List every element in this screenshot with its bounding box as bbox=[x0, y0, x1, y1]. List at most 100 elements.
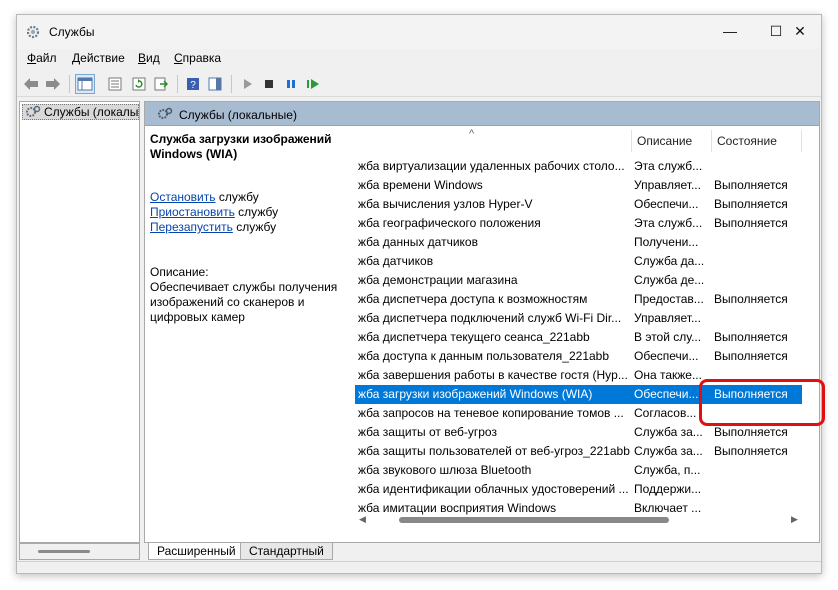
sort-arrow-icon: ^ bbox=[469, 128, 475, 140]
service-name-cell: жба завершения работы в качестве гостя (… bbox=[358, 368, 628, 382]
tree-item-label: Службы (локалы bbox=[44, 105, 139, 119]
window-title: Службы bbox=[49, 25, 95, 39]
tree-item-local-services[interactable]: Службы (локалы bbox=[22, 104, 139, 120]
table-row[interactable]: жба географического положения Эта служб..… bbox=[355, 214, 802, 233]
start-service-button[interactable] bbox=[237, 74, 257, 94]
table-row[interactable]: жба вычисления узлов Hyper-V Обеспечи... В… bbox=[355, 195, 802, 214]
show-console-tree-button[interactable] bbox=[75, 74, 95, 94]
table-row[interactable]: жба диспетчера подключений служб Wi-Fi D… bbox=[355, 309, 802, 328]
service-description-cell: Поддержи... bbox=[634, 482, 702, 496]
table-row-selected[interactable]: жба загрузки изображений Windows (WIA) Об… bbox=[355, 385, 802, 404]
service-name-cell: жба географического положения bbox=[358, 216, 541, 230]
service-description-cell: Служба де... bbox=[634, 273, 705, 287]
service-status-cell: Выполняется bbox=[714, 178, 788, 192]
svg-text:?: ? bbox=[190, 80, 196, 91]
tree-scrollbar[interactable] bbox=[19, 543, 140, 560]
service-name-cell: жба виртуализации удаленных рабочих стол… bbox=[358, 159, 625, 173]
restart-link[interactable]: Перезапустить bbox=[150, 220, 233, 234]
service-description-cell: Она также... bbox=[634, 368, 702, 382]
service-name-cell: жба датчиков bbox=[358, 254, 434, 268]
table-row[interactable]: жба защиты пользователей от веб-угроз_22… bbox=[355, 442, 802, 461]
pause-service-button[interactable] bbox=[281, 74, 301, 94]
restart-service-button[interactable] bbox=[303, 74, 323, 94]
view-tabs: Расширенный Стандартный bbox=[144, 543, 820, 560]
service-status-cell: Выполняется bbox=[714, 349, 788, 363]
table-row[interactable]: жба доступа к данным пользователя_221abb… bbox=[355, 347, 802, 366]
action-stop: Остановить службу bbox=[150, 190, 259, 204]
table-row[interactable]: жба звукового шлюза Bluetooth Служба, п..… bbox=[355, 461, 802, 480]
refresh-button[interactable] bbox=[129, 74, 149, 94]
list-horizontal-scrollbar[interactable]: ◀ ▶ bbox=[355, 514, 802, 526]
help-button[interactable]: ? bbox=[183, 74, 203, 94]
menu-help[interactable]: Справка bbox=[174, 51, 221, 65]
action-pane-button[interactable] bbox=[205, 74, 225, 94]
service-description-cell: Обеспечи... bbox=[634, 349, 699, 363]
service-name-cell: жба данных датчиков bbox=[358, 235, 478, 249]
scrollbar-thumb[interactable] bbox=[38, 550, 90, 553]
export-list-button[interactable] bbox=[151, 74, 171, 94]
service-name-cell: жба звукового шлюза Bluetooth bbox=[358, 463, 532, 477]
service-name-cell: жба времени Windows bbox=[358, 178, 483, 192]
service-description-cell: Управляет... bbox=[634, 178, 701, 192]
table-row[interactable]: жба завершения работы в качестве гостя (… bbox=[355, 366, 802, 385]
service-name-cell: жба диспетчера подключений служб Wi-Fi D… bbox=[358, 311, 622, 325]
scrollbar-thumb[interactable] bbox=[399, 517, 669, 523]
action-pause: Приостановить службу bbox=[150, 205, 279, 219]
service-name-cell: жба идентификации облачных удостоверений… bbox=[358, 482, 629, 496]
table-row[interactable]: жба диспетчера текущего сеанса_221abb В э… bbox=[355, 328, 802, 347]
back-button[interactable] bbox=[21, 74, 41, 94]
table-row[interactable]: жба демонстрации магазина Служба де... bbox=[355, 271, 802, 290]
stop-service-button[interactable] bbox=[259, 74, 279, 94]
properties-icon bbox=[108, 77, 122, 91]
service-description-cell: Обеспечи... bbox=[634, 387, 699, 401]
table-row[interactable]: жба датчиков Служба да... bbox=[355, 252, 802, 271]
service-name-cell: жба вычисления узлов Hyper-V bbox=[358, 197, 533, 211]
pause-link[interactable]: Приостановить bbox=[150, 205, 235, 219]
column-header-name[interactable]: ^ bbox=[355, 128, 631, 156]
table-row[interactable]: жба идентификации облачных удостоверений… bbox=[355, 480, 802, 499]
scroll-right-icon[interactable]: ▶ bbox=[791, 514, 798, 525]
service-status-cell: Выполняется bbox=[714, 387, 788, 401]
service-title: Служба загрузки изображений Windows (WIA… bbox=[150, 132, 332, 161]
service-description-panel: Служба загрузки изображений Windows (WIA… bbox=[150, 132, 345, 325]
toolbar: ? bbox=[17, 71, 821, 97]
table-row[interactable]: жба данных датчиков Получени... bbox=[355, 233, 802, 252]
scroll-left-icon[interactable]: ◀ bbox=[359, 514, 366, 525]
tab-standard[interactable]: Стандартный bbox=[240, 543, 333, 560]
service-status-cell: Выполняется bbox=[714, 292, 788, 306]
table-row[interactable]: жба запросов на теневое копирование томо… bbox=[355, 404, 802, 423]
export-icon bbox=[154, 77, 168, 91]
stop-link[interactable]: Остановить bbox=[150, 190, 216, 204]
status-bar bbox=[17, 561, 821, 575]
refresh-icon bbox=[132, 77, 146, 91]
menu-action[interactable]: Действие bbox=[72, 51, 125, 65]
arrow-right-icon bbox=[46, 78, 60, 90]
column-divider bbox=[631, 130, 632, 152]
action-pane-icon bbox=[208, 77, 222, 91]
service-name-cell: жба демонстрации магазина bbox=[358, 273, 518, 287]
table-row[interactable]: жба виртуализации удаленных рабочих стол… bbox=[355, 157, 802, 176]
service-name-cell: жба доступа к данным пользователя_221abb bbox=[358, 349, 610, 363]
service-name-cell: жба защиты от веб-угроз bbox=[358, 425, 497, 439]
service-status-cell: Выполняется bbox=[714, 425, 788, 439]
service-status-cell: Выполняется bbox=[714, 444, 788, 458]
table-row[interactable]: жба времени Windows Управляет... Выполняет… bbox=[355, 176, 802, 195]
table-row[interactable]: жба диспетчера доступа к возможностям Пре… bbox=[355, 290, 802, 309]
tab-extended[interactable]: Расширенный bbox=[148, 543, 245, 560]
column-divider bbox=[801, 130, 802, 152]
minimize-button[interactable]: — bbox=[707, 15, 753, 47]
service-description-cell: Служба да... bbox=[634, 254, 705, 268]
forward-button[interactable] bbox=[43, 74, 63, 94]
close-button[interactable]: ✕ bbox=[777, 15, 823, 47]
toolbar-separator bbox=[69, 75, 70, 93]
services-window: Службы — ☐ ✕ Файл Действие Вид Справка ?… bbox=[16, 14, 825, 575]
service-name-cell: жба диспетчера доступа к возможностям bbox=[358, 292, 588, 306]
service-description-cell: Получени... bbox=[634, 235, 699, 249]
table-row[interactable]: жба защиты от веб-угроз Служба за... Выпол… bbox=[355, 423, 802, 442]
menu-view[interactable]: Вид bbox=[138, 51, 160, 65]
service-description-cell: Предостав... bbox=[634, 292, 704, 306]
menu-file[interactable]: Файл bbox=[27, 51, 57, 65]
properties-button[interactable] bbox=[105, 74, 125, 94]
service-description-cell: В этой слу... bbox=[634, 330, 702, 344]
service-description-cell: Согласов... bbox=[634, 406, 697, 420]
